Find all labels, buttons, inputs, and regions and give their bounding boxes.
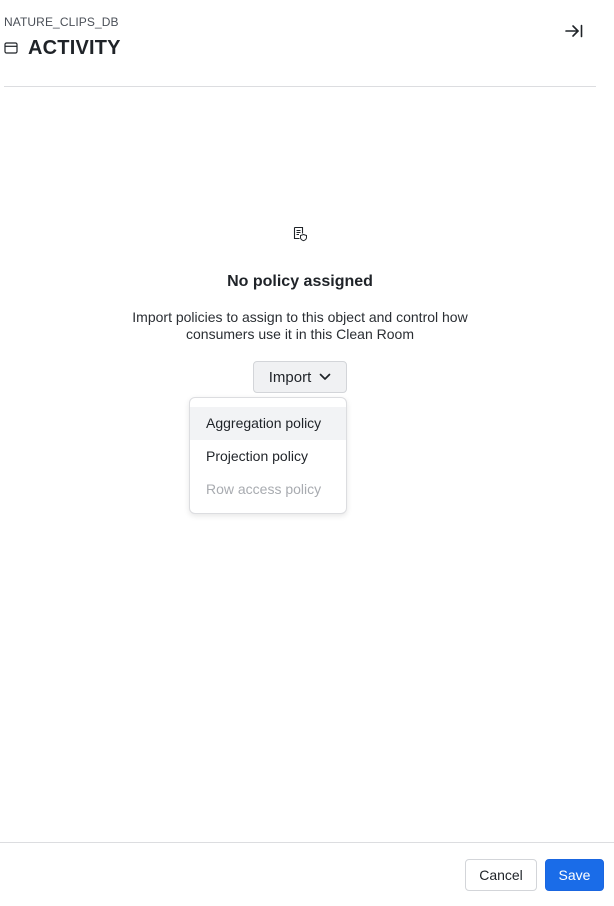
menu-item-aggregation-policy[interactable]: Aggregation policy: [190, 407, 346, 440]
footer-divider: [0, 842, 614, 843]
cancel-button[interactable]: Cancel: [465, 859, 537, 891]
empty-state-description: Import policies to assign to this object…: [132, 309, 468, 342]
menu-item-row-access-policy: Row access policy: [206, 481, 322, 497]
empty-state: No policy assigned Import policies to as…: [0, 226, 600, 343]
header-divider: [4, 86, 596, 87]
menu-item-projection-policy[interactable]: Projection policy: [190, 440, 346, 473]
save-button[interactable]: Save: [545, 859, 604, 891]
policy-document-icon: [292, 226, 308, 242]
title-row: ACTIVITY: [4, 34, 596, 62]
collapse-panel-button[interactable]: [562, 21, 586, 45]
import-button[interactable]: Import: [253, 361, 347, 393]
chevron-down-icon: [319, 371, 331, 383]
collapse-panel-icon: [565, 24, 583, 43]
empty-state-title: No policy assigned: [227, 273, 373, 290]
panel-header: NATURE_CLIPS_DB ACTIVITY: [4, 15, 596, 62]
table-icon: [4, 41, 20, 55]
import-dropdown-menu: Aggregation policy Projection policy Row…: [189, 397, 347, 514]
breadcrumb[interactable]: NATURE_CLIPS_DB: [4, 15, 596, 29]
page-title: ACTIVITY: [28, 36, 121, 59]
import-button-label: Import: [268, 368, 312, 386]
